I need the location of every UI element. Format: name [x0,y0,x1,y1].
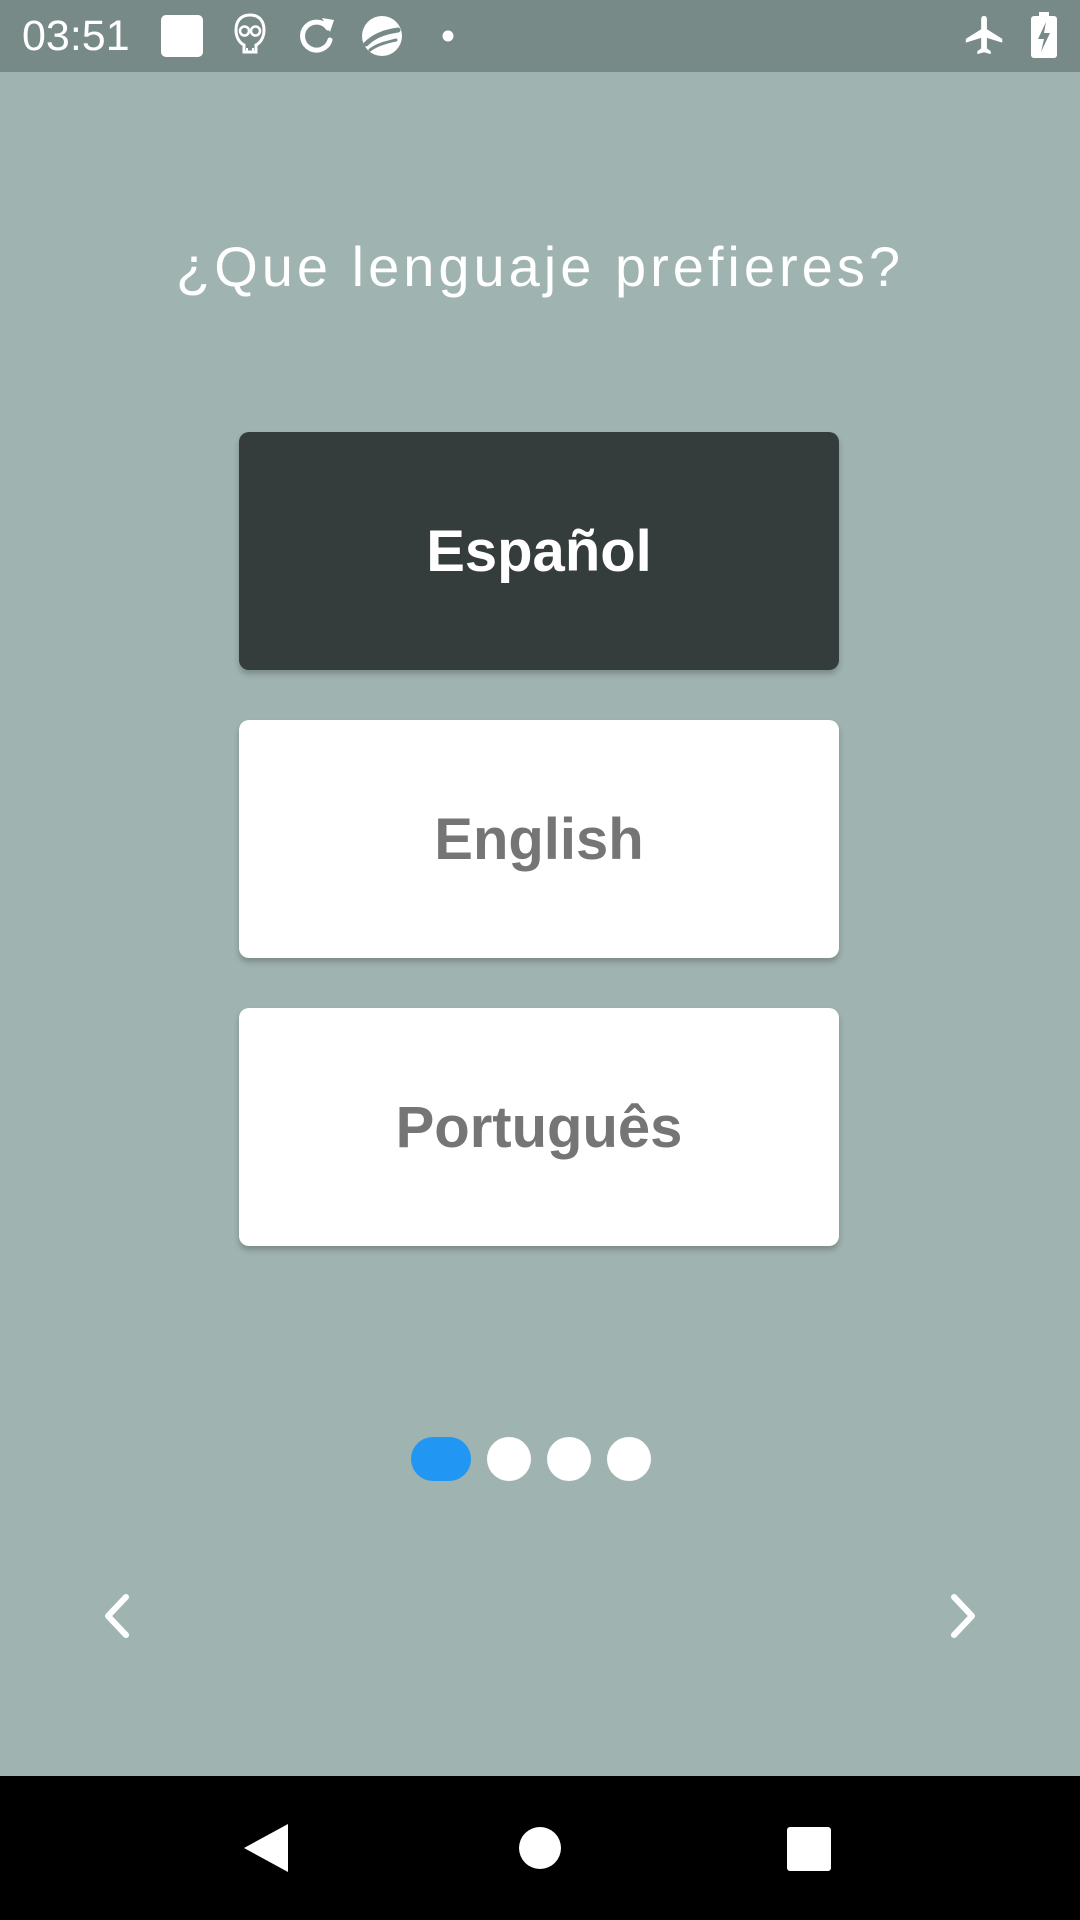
language-option-portugues[interactable]: Português [239,1008,839,1246]
next-button[interactable] [936,1588,992,1644]
language-option-english[interactable]: English [239,720,839,958]
status-bar: 03:51 [0,0,1080,72]
language-label: Español [426,518,652,584]
status-time: 03:51 [22,12,130,60]
back-icon[interactable] [242,1822,290,1874]
page-title: ¿Que lenguaje prefieres? [176,235,904,298]
page-dot [607,1437,651,1481]
language-label: Português [395,1094,683,1160]
chevron-right-icon [951,1594,975,1638]
airplane-mode-icon [965,15,1003,55]
chevron-left-icon [105,1594,129,1638]
system-nav-bar [0,1776,1080,1920]
battery-charging-icon [1031,12,1057,58]
home-icon[interactable] [518,1826,562,1870]
page-indicator [0,1437,1080,1481]
language-label: English [434,806,644,872]
page-dot [487,1437,531,1481]
page-dot [547,1437,591,1481]
language-option-espanol[interactable]: Español [239,432,839,670]
robot-icon [234,13,266,54]
dot-icon [442,30,454,42]
previous-button[interactable] [88,1588,144,1644]
page-dot-active [411,1437,471,1481]
square-notification-icon [161,15,203,57]
recents-icon[interactable] [786,1826,832,1872]
sync-icon [300,18,334,53]
swirl-app-icon [362,16,402,56]
